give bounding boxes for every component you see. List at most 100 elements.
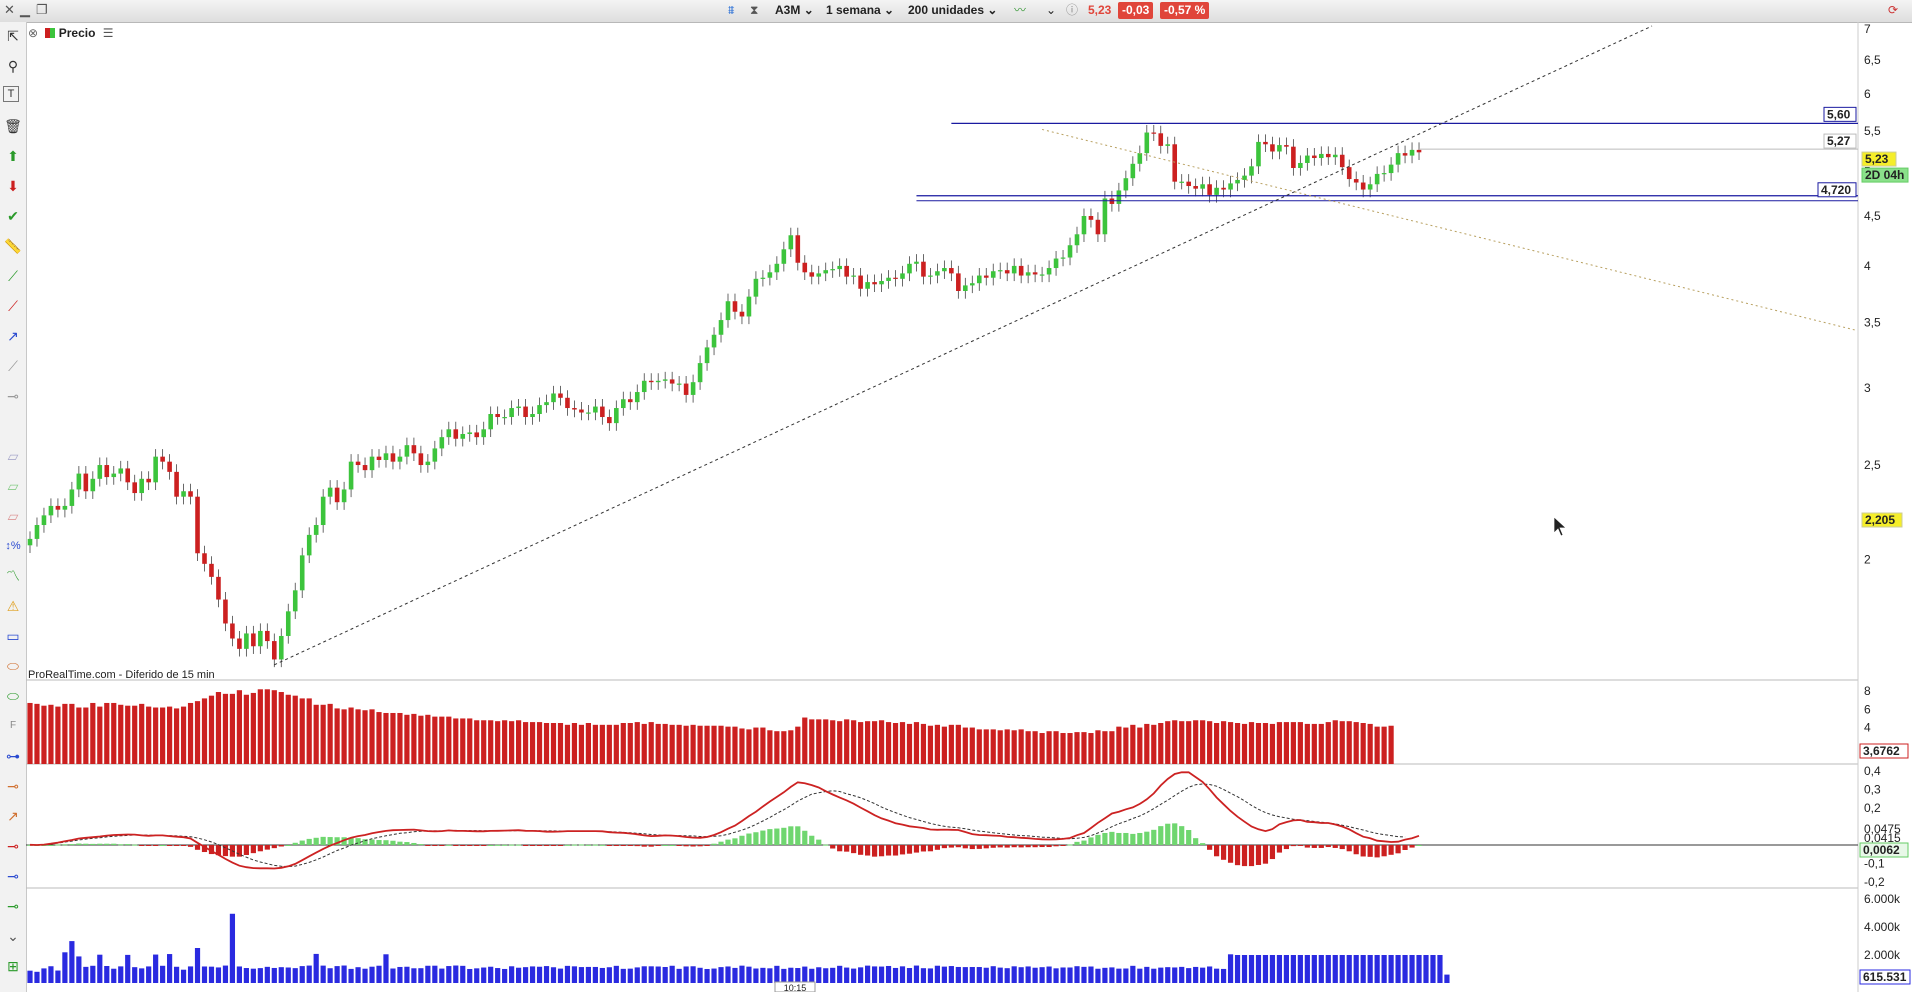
- histogram-bar: [306, 838, 312, 845]
- histogram-bar: [1255, 845, 1262, 865]
- indicator1-bar: [641, 723, 647, 764]
- indicator1-bar: [1172, 720, 1178, 764]
- volume-bar: [781, 968, 787, 983]
- indicator1-bar: [844, 719, 850, 764]
- candle: [230, 623, 235, 639]
- histogram-bar: [1374, 845, 1380, 858]
- volume-bar: [606, 967, 612, 983]
- histogram-bar: [920, 845, 927, 852]
- candle: [802, 262, 808, 273]
- histogram-bar: [648, 845, 654, 847]
- indicator1-bar: [348, 707, 354, 764]
- candle: [1284, 145, 1289, 147]
- candle: [579, 409, 584, 413]
- volume-bar: [1130, 965, 1136, 983]
- volume-bar: [1207, 966, 1213, 983]
- volume-bar: [732, 967, 738, 983]
- candle: [1004, 270, 1010, 274]
- indicator1-bar: [704, 725, 710, 764]
- volume-bar: [543, 966, 550, 983]
- indicator1-bar: [976, 729, 982, 764]
- volume-bar: [683, 966, 689, 983]
- volume-bar: [90, 965, 96, 983]
- indicator1-bar: [830, 720, 836, 764]
- histogram-bar: [871, 845, 878, 857]
- histogram-bar: [613, 845, 619, 846]
- volume-bar: [1304, 955, 1310, 983]
- histogram-bar: [160, 845, 166, 846]
- histogram-bar: [1241, 845, 1248, 867]
- histogram-bar: [997, 845, 1003, 848]
- histogram-bar: [383, 840, 389, 845]
- candle: [355, 461, 361, 466]
- volume-bar: [1409, 955, 1415, 983]
- candle: [942, 268, 947, 272]
- indicator1-bar: [899, 722, 906, 764]
- histogram-bar: [837, 845, 843, 852]
- indicator1-bar: [1039, 733, 1045, 764]
- indicator1-bar: [418, 715, 424, 764]
- indicator1-bar: [334, 708, 340, 764]
- histogram-bar: [1402, 845, 1408, 850]
- histogram-bar: [446, 844, 452, 846]
- candle: [725, 301, 731, 321]
- candle: [1228, 183, 1233, 190]
- indicator1-bar: [83, 707, 89, 764]
- candle: [223, 599, 228, 624]
- indicator1-bar: [1290, 722, 1296, 764]
- volume-bar: [69, 941, 75, 983]
- indicator1-bar: [927, 725, 934, 764]
- volume-bar: [697, 967, 703, 983]
- candle: [949, 268, 954, 274]
- histogram-bar: [906, 845, 913, 854]
- candle: [690, 382, 696, 395]
- candle: [956, 273, 961, 291]
- candle: [565, 397, 570, 409]
- volume-bar: [571, 966, 578, 983]
- candle: [1186, 181, 1191, 187]
- candle: [1032, 272, 1038, 275]
- indicator1-axis: 8 6 4 3,6762: [1859, 684, 1909, 759]
- volume-bar: [173, 966, 180, 983]
- indicator1-bar: [753, 727, 759, 764]
- volume-bar: [1032, 967, 1038, 983]
- histogram-bar: [132, 844, 138, 846]
- histogram-bar: [62, 844, 68, 846]
- indicator1-bar: [683, 725, 689, 764]
- volume-bar: [969, 967, 975, 983]
- volume-bar: [1262, 955, 1269, 983]
- indicator2-tick-label: 0,4: [1864, 764, 1881, 778]
- histogram-bar: [1234, 845, 1241, 866]
- price-tick-label: 4,5: [1864, 209, 1881, 223]
- candle: [544, 402, 549, 406]
- histogram-bar: [592, 844, 598, 846]
- indicator1-bar: [432, 716, 438, 764]
- volume-bar: [634, 967, 640, 983]
- indicator1-bar: [125, 705, 131, 764]
- volume-bar: [1172, 967, 1178, 983]
- indicator1-bar: [871, 721, 878, 764]
- indicator1-bar: [509, 721, 515, 764]
- indicator1-bar: [662, 723, 668, 764]
- indicator1-bar: [173, 708, 180, 764]
- volume-bar: [1018, 967, 1024, 983]
- candle: [676, 383, 682, 385]
- indicator1-bar: [194, 701, 201, 764]
- candle: [774, 263, 780, 273]
- volume-bar: [1220, 968, 1227, 983]
- candle: [1256, 141, 1261, 167]
- indicator1-bar: [1353, 722, 1359, 764]
- candle: [432, 448, 438, 462]
- indicator1-bar: [146, 706, 152, 764]
- volume-bar: [278, 967, 284, 983]
- volume-bar: [285, 967, 291, 983]
- volume-bar: [1165, 967, 1171, 983]
- candle: [1409, 149, 1415, 156]
- histogram-bar: [1158, 826, 1164, 845]
- indicator1-bar: [990, 729, 996, 764]
- candle: [502, 417, 507, 419]
- chart-canvas[interactable]: ProRealTime.com - Diferido de 15 min 7 6,…: [0, 0, 1912, 992]
- candle: [1039, 274, 1045, 276]
- indicator1-tick-label: 4: [1864, 721, 1871, 735]
- indicator1-bar: [1109, 731, 1115, 764]
